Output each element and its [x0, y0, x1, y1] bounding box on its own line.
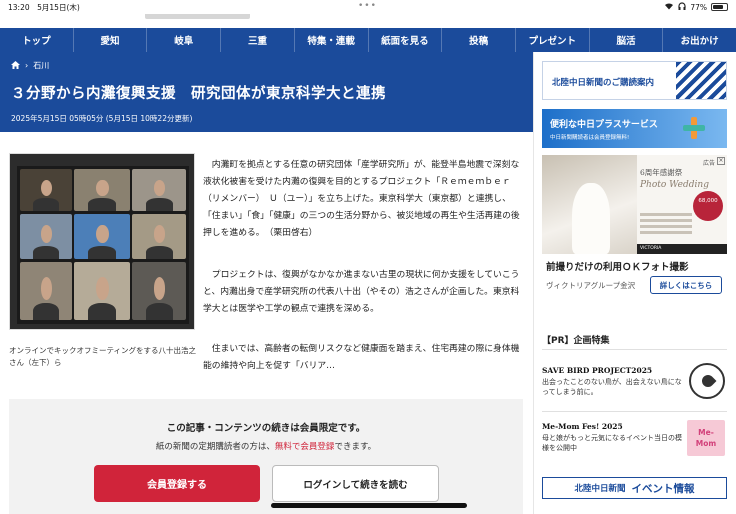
article-paragraph: 住まいでは、高齢者の転倒リスクなど健康面を踏まえ、住宅再建の際に身体機能の維持や…: [203, 344, 520, 371]
home-icon[interactable]: [11, 60, 20, 71]
event-info-banner[interactable]: 北陸中日新聞 イベント情報: [542, 477, 727, 499]
breadcrumb: › 石川: [11, 60, 49, 71]
paywall-title: この記事・コンテンツの続きは会員限定です。: [166, 423, 366, 434]
battery-icon: [711, 3, 728, 11]
plus-sub: 中日新聞購読者は会員登録無料!: [550, 135, 630, 141]
battery-percent: 77%: [690, 2, 707, 12]
article-title: ３分野から内灘復興支援 研究団体が東京科学大と連携: [11, 86, 386, 102]
article-dateline: 2025年5月15日 05時05分 (5月15日 10時22分更新): [11, 114, 193, 123]
nav-item[interactable]: 三重: [221, 28, 295, 52]
pr-section-title: 【PR】企画特集: [542, 336, 610, 346]
headphones-icon: [678, 2, 686, 12]
plus-service-banner[interactable]: 便利な中日プラスサービス 中日新聞購読者は会員登録無料!: [542, 109, 727, 148]
nav-item[interactable]: 投稿: [442, 28, 516, 52]
banner-stripe: [676, 62, 726, 99]
ad-badge: 広告: [702, 160, 715, 167]
ad-bullet-lines: [640, 213, 692, 237]
pr-item-me-mom[interactable]: Me-Mom Fes! 2025 母と娘がもっと元気になるイベント当日の模様を公…: [542, 420, 727, 462]
article-paragraph: プロジェクトは、復興がなかなか進まない古里の現状に何か支援をしていこうと、内灘出…: [203, 270, 520, 314]
ad-brand-bar: VICTORIA: [637, 244, 727, 254]
bride-photo: [542, 155, 637, 254]
plus-label: 便利な中日プラスサービス: [550, 120, 658, 130]
divider: [542, 411, 727, 412]
video-call-grid: [17, 166, 189, 324]
ad-headline[interactable]: 前撮りだけの利用ＯＫフォト撮影: [546, 259, 689, 273]
subscribe-banner[interactable]: 北陸中日新聞のご購読案内: [542, 61, 727, 100]
article-photo[interactable]: [9, 153, 195, 330]
home-indicator[interactable]: [271, 503, 467, 508]
subscribe-label: 北陸中日新聞のご購読案内: [552, 78, 655, 88]
event-label: イベント情報: [631, 482, 695, 495]
wedding-ad[interactable]: 6周年感謝祭 Photo Wedding 68,000 VICTORIA 広告 …: [542, 155, 727, 254]
wifi-icon: [664, 2, 674, 12]
sidebar-divider: [533, 52, 534, 514]
paywall-box: この記事・コンテンツの続きは会員限定です。 紙の新聞の定期購読者の方は、無料で会…: [9, 399, 523, 514]
nav-item[interactable]: 岐阜: [147, 28, 222, 52]
article-header: › 石川 ３分野から内灘復興支援 研究団体が東京科学大と連携 2025年5月15…: [0, 52, 533, 132]
bird-logo-icon: [689, 363, 725, 399]
nav-item[interactable]: 特集・連載: [295, 28, 369, 52]
status-time: 13:20 5月15日(木): [8, 3, 80, 12]
plus-icon: [683, 117, 705, 139]
divider: [542, 349, 727, 350]
register-button[interactable]: 会員登録する: [94, 465, 260, 502]
nav-item[interactable]: 脳活: [590, 28, 664, 52]
pr-item-save-bird[interactable]: SAVE BIRD PROJECT2025 出会ったことのない鳥が、出会えない鳥…: [542, 363, 727, 406]
photo-caption: オンラインでキックオフミーティングをする八十出浩之さん（左下）ら: [9, 346, 197, 367]
nav-item[interactable]: プレゼント: [516, 28, 590, 52]
nav-item[interactable]: 紙面を見る: [369, 28, 443, 52]
price-badge: 68,000: [693, 191, 723, 221]
nav-item[interactable]: 愛知: [74, 28, 148, 52]
article-paragraph: 内灘町を拠点とする任意の研究団体「産学研究所」が、能登半島地震で深刻な液状化被害…: [203, 160, 520, 238]
status-bar: 13:20 5月15日(木) ••• 77%: [0, 0, 736, 14]
login-button[interactable]: ログインして続きを読む: [272, 465, 439, 502]
nav-item[interactable]: お出かけ: [663, 28, 736, 52]
top-scroll-handle[interactable]: [145, 14, 250, 19]
free-register-link[interactable]: 無料で会員登録: [275, 442, 335, 452]
main-nav: トップ 愛知 岐阜 三重 特集・連載 紙面を見る 投稿 プレゼント 脳活 お出かけ: [0, 28, 736, 52]
nav-item[interactable]: トップ: [0, 28, 74, 52]
ad-detail-button[interactable]: 詳しくはこちら: [650, 276, 722, 294]
multitask-dots-icon[interactable]: •••: [358, 1, 377, 11]
ad-close-icon[interactable]: ×: [717, 157, 725, 165]
paywall-subtext: 紙の新聞の定期購読者の方は、無料で会員登録できます。: [155, 442, 377, 452]
breadcrumb-category[interactable]: 石川: [33, 60, 49, 71]
ad-text: 6周年感謝祭 Photo Wedding 68,000 VICTORIA: [637, 155, 727, 254]
ad-company: ヴィクトリアグループ金沢: [546, 281, 636, 290]
status-right: 77%: [664, 2, 728, 12]
me-mom-logo: Me- Mom: [687, 420, 725, 456]
event-brand: 北陸中日新聞: [574, 484, 626, 494]
chevron-right-icon: ›: [25, 61, 29, 70]
